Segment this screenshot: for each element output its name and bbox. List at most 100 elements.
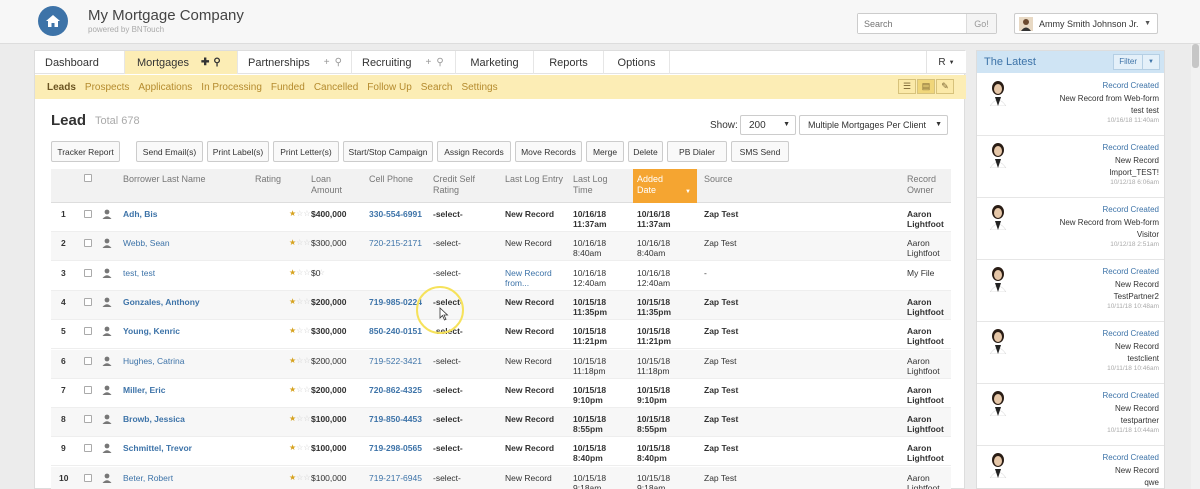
table-row[interactable]: 1 Adh, Bis ★☆☆☆☆ $400,000 330-554-6991 -selec… <box>51 203 951 232</box>
table-row[interactable]: 2 Webb, Sean ★☆☆☆☆ $300,000 720-215-2171 -sel… <box>51 232 951 262</box>
borrower-name-link[interactable]: Webb, Sean <box>123 238 170 248</box>
person-icon[interactable] <box>102 268 112 278</box>
col-rating[interactable]: Rating <box>255 174 281 185</box>
feed-item-title[interactable]: Record Created <box>1103 81 1159 90</box>
row-checkbox[interactable] <box>84 268 92 277</box>
tab-dashboard[interactable]: Dashboard <box>35 51 125 74</box>
plus-icon[interactable]: + <box>324 57 330 68</box>
search-icon[interactable]: ⚲ <box>335 57 342 68</box>
show-count-select[interactable]: 200 ▼ <box>740 115 796 135</box>
col-credit[interactable]: Credit Self Rating <box>433 174 483 196</box>
delete-button[interactable]: Delete <box>628 141 663 162</box>
star-icon[interactable]: ☆ <box>303 209 310 218</box>
credit-rating-select[interactable]: -select- <box>433 414 463 424</box>
credit-rating-select[interactable]: -select- <box>433 209 463 219</box>
feed-item-title[interactable]: Record Created <box>1103 143 1159 152</box>
row-checkbox[interactable] <box>84 210 92 218</box>
search-input[interactable] <box>858 14 966 33</box>
table-row[interactable]: 9 Schmittel, Trevor ★☆☆☆☆ $100,000 719-298-0… <box>51 437 951 467</box>
person-icon[interactable] <box>102 356 112 366</box>
row-checkbox[interactable] <box>84 473 92 482</box>
table-row[interactable]: 10 Beter, Robert ★☆☆☆☆ $100,000 719-217-6945… <box>51 466 951 489</box>
star-icon[interactable]: ☆ <box>303 238 310 247</box>
borrower-name-link[interactable]: Browb, Jessica <box>123 414 185 424</box>
feed-item-title[interactable]: Record Created <box>1103 391 1159 400</box>
col-source[interactable]: Source <box>704 174 733 185</box>
credit-rating-select[interactable]: -select- <box>433 238 461 248</box>
col-borrower[interactable]: Borrower Last Name <box>123 174 206 185</box>
feed-item[interactable]: Record Created New Record testclient 10/11/… <box>977 322 1164 384</box>
cell-phone-link[interactable]: 850-240-0151 <box>369 326 422 336</box>
person-icon[interactable] <box>102 443 112 454</box>
subnav-follow-up[interactable]: Follow Up <box>367 82 411 93</box>
table-row[interactable]: 6 Hughes, Catrina ★☆☆☆☆ $200,000 719-522-342… <box>51 349 951 379</box>
subnav-in-processing[interactable]: In Processing <box>201 82 262 93</box>
feed-item[interactable]: Record Created New Record qwe <box>977 446 1164 489</box>
subnav-settings[interactable]: Settings <box>461 82 497 93</box>
subnav-cancelled[interactable]: Cancelled <box>314 82 358 93</box>
user-menu[interactable]: Ammy Smith Johnson Jr. ▼ <box>1014 13 1158 34</box>
tab-marketing[interactable]: Marketing <box>456 51 534 74</box>
person-icon[interactable] <box>102 414 112 425</box>
subnav-prospects[interactable]: Prospects <box>85 82 129 93</box>
print-letters-button[interactable]: Print Letter(s) <box>273 141 339 162</box>
search-go-button[interactable]: Go! <box>966 14 996 33</box>
table-row[interactable]: 3 test, test ★☆☆☆☆ $0 -select- New Record fro… <box>51 262 951 291</box>
list-view-icon[interactable]: ☰ <box>898 79 916 94</box>
assign-records-button[interactable]: Assign Records <box>437 141 511 162</box>
tab-mortgages[interactable]: Mortgages ✚ ⚲ <box>125 51 238 74</box>
row-checkbox[interactable] <box>84 444 92 453</box>
search-icon[interactable]: ⚲ <box>436 57 443 68</box>
cell-phone-link[interactable]: 719-298-0565 <box>369 443 422 453</box>
col-loan[interactable]: Loan Amount <box>311 174 349 196</box>
star-icon[interactable]: ☆ <box>303 385 310 394</box>
borrower-name-link[interactable]: test, test <box>123 268 155 278</box>
search-icon[interactable]: ⚲ <box>213 57 220 68</box>
person-icon[interactable] <box>102 238 112 249</box>
filter-button[interactable]: Filter ▼ <box>1113 54 1160 70</box>
star-icon[interactable]: ☆ <box>303 443 310 452</box>
col-cell[interactable]: Cell Phone <box>369 174 413 185</box>
table-row[interactable]: 5 Young, Kenric ★☆☆☆☆ $300,000 850-240-0151-… <box>51 320 951 350</box>
move-records-button[interactable]: Move Records <box>515 141 582 162</box>
feed-item[interactable]: Record Created New Record from Web-form Vi… <box>977 198 1164 260</box>
subnav-search[interactable]: Search <box>421 82 453 93</box>
cell-phone-link[interactable]: 330-554-6991 <box>369 209 422 219</box>
plus-icon[interactable]: + <box>426 57 432 68</box>
person-icon[interactable] <box>102 473 112 483</box>
feed-item-title[interactable]: Record Created <box>1103 205 1159 214</box>
tracker-report-button[interactable]: Tracker Report <box>51 141 120 162</box>
borrower-name-link[interactable]: Adh, Bis <box>123 209 157 219</box>
page-scrollbar[interactable] <box>1191 44 1200 489</box>
row-checkbox[interactable] <box>84 415 92 424</box>
table-row[interactable]: 8 Browb, Jessica ★☆☆☆☆ $100,000 719-850-4453… <box>51 408 951 438</box>
borrower-name-link[interactable]: Beter, Robert <box>123 473 173 483</box>
home-icon[interactable] <box>38 6 68 36</box>
col-last-log-time[interactable]: Last Log Time <box>573 174 613 196</box>
star-icon[interactable]: ☆ <box>303 414 310 423</box>
star-icon[interactable]: ☆ <box>303 356 310 365</box>
credit-rating-select[interactable]: -select- <box>433 473 461 483</box>
select-all-checkbox[interactable] <box>84 174 92 182</box>
cell-phone-link[interactable]: 719-985-0224 <box>369 297 422 307</box>
feed-item-title[interactable]: Record Created <box>1103 267 1159 276</box>
star-icon[interactable]: ☆ <box>303 326 310 335</box>
star-icon[interactable]: ☆ <box>303 268 310 277</box>
cell-phone-link[interactable]: 720-862-4325 <box>369 385 422 395</box>
subnav-applications[interactable]: Applications <box>138 82 192 93</box>
borrower-name-link[interactable]: Hughes, Catrina <box>123 356 184 366</box>
credit-rating-select[interactable]: -select- <box>433 356 461 366</box>
credit-rating-select[interactable]: -select- <box>433 268 461 278</box>
row-checkbox[interactable] <box>84 356 92 365</box>
borrower-name-link[interactable]: Schmittel, Trevor <box>123 443 192 453</box>
scrollbar-thumb[interactable] <box>1192 44 1199 68</box>
feed-item[interactable]: Record Created New Record TestPartner2 10/1… <box>977 260 1164 322</box>
person-icon[interactable] <box>102 326 112 337</box>
borrower-name-link[interactable]: Gonzales, Anthony <box>123 297 200 307</box>
card-view-icon[interactable]: ▤ <box>917 79 935 94</box>
col-last-log[interactable]: Last Log Entry <box>505 174 563 185</box>
last-log-entry[interactable]: New Record from... <box>505 268 555 288</box>
cell-phone-link[interactable]: 719-217-6945 <box>369 473 422 483</box>
pb-dialer-button[interactable]: PB Dialer <box>667 141 727 162</box>
sms-send-button[interactable]: SMS Send <box>731 141 789 162</box>
